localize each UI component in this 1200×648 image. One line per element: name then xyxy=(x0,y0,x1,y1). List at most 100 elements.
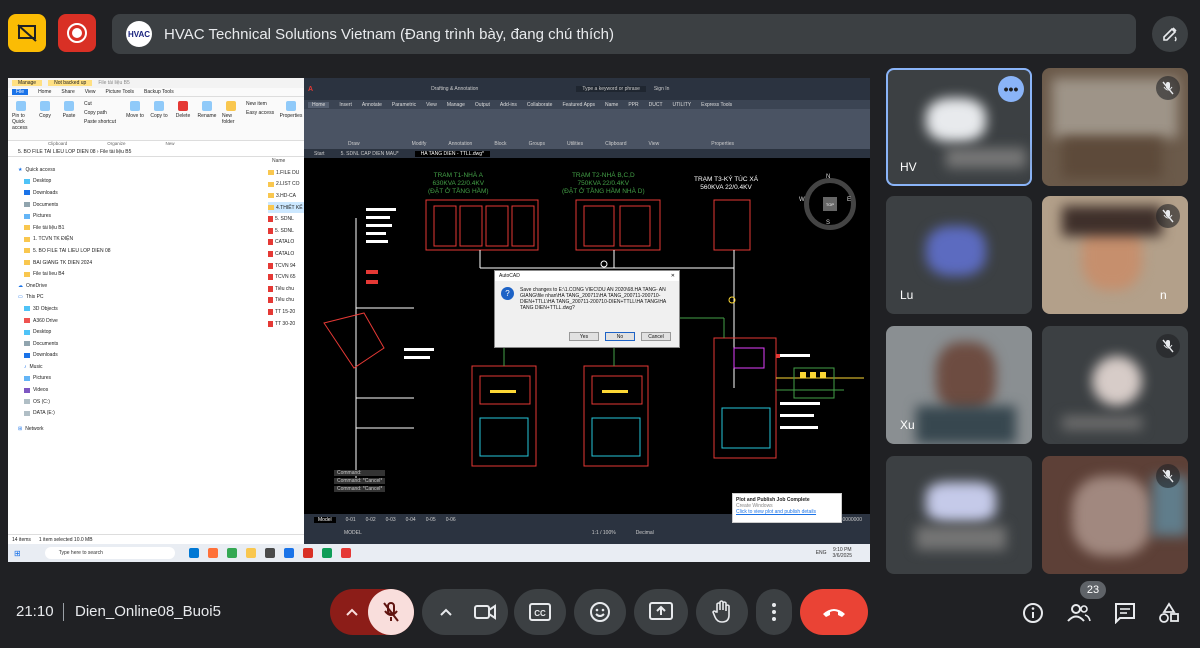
plot-complete-notification[interactable]: Plot and Publish Job Complete Create Win… xyxy=(732,493,842,523)
ribbon-tab-view[interactable]: View xyxy=(85,89,96,95)
nav-desktop[interactable]: Desktop xyxy=(18,176,126,188)
ribbon-tab-name[interactable]: Name xyxy=(605,102,618,108)
participant-tile[interactable]: Lu xyxy=(886,196,1032,314)
autocad-search-input[interactable]: Type a keyword or phrase xyxy=(576,86,646,92)
nav-drive-e[interactable]: DATA (E:) xyxy=(18,407,126,419)
tab-not-backed-up[interactable]: Not backed up xyxy=(48,80,93,86)
no-button[interactable]: No xyxy=(605,332,635,341)
nav-network[interactable]: ⊞ Network xyxy=(18,423,126,435)
participant-tile[interactable] xyxy=(1042,326,1188,444)
easy-access-button[interactable]: Easy access xyxy=(246,110,276,116)
windows-start-icon[interactable]: ⊞ xyxy=(14,549,21,558)
participant-tile[interactable] xyxy=(1042,68,1188,186)
ribbon-tab-file[interactable]: File xyxy=(12,89,29,95)
model-space-toggle[interactable]: MODEL xyxy=(344,530,362,536)
chat-button[interactable] xyxy=(1108,596,1142,630)
doc-tab[interactable]: 5. SDNL CAP DIEN MAU* xyxy=(341,151,399,157)
nav-folder[interactable]: File tài liệu B1 xyxy=(18,222,126,234)
list-item[interactable]: 3.HD-CA xyxy=(268,190,304,202)
nav-pc-desktop[interactable]: Desktop xyxy=(18,326,126,338)
ribbon-tab-home[interactable]: Home xyxy=(308,101,330,108)
layout-tab[interactable]: 0-05 xyxy=(426,517,436,523)
ribbon-tab-share[interactable]: Share xyxy=(61,89,74,95)
delete-button[interactable]: Delete xyxy=(174,101,192,136)
ribbon-tab-output[interactable]: Output xyxy=(475,102,490,108)
more-options-button[interactable] xyxy=(756,589,792,635)
nav-pictures[interactable]: Pictures xyxy=(18,210,126,222)
annotate-pen-icon[interactable] xyxy=(1152,16,1188,52)
ribbon-tab-annotate[interactable]: Annotate xyxy=(362,102,382,108)
paste-shortcut-button[interactable]: Paste shortcut xyxy=(84,119,120,125)
ribbon-tab-ppr[interactable]: PPR xyxy=(628,102,638,108)
new-item-button[interactable]: New item xyxy=(246,101,276,107)
participant-tile[interactable]: ••• HV xyxy=(886,68,1032,186)
list-item[interactable]: 5. SDNL xyxy=(268,225,304,237)
raise-hand-button[interactable] xyxy=(696,589,748,635)
copy-path-button[interactable]: Copy path xyxy=(84,110,120,116)
ribbon-tab-featured[interactable]: Featured Apps xyxy=(562,102,595,108)
ribbon-tab-view[interactable]: View xyxy=(426,102,437,108)
edge-icon[interactable] xyxy=(188,548,199,558)
panel-utilities[interactable]: Utilities xyxy=(567,141,583,147)
list-item[interactable]: TCVN 94 xyxy=(268,260,304,272)
address-bar[interactable]: 5. BO FILE TAI LIEU LOP DIEN 08 › File t… xyxy=(8,147,304,157)
list-item[interactable]: 5. SDNL xyxy=(268,213,304,225)
nav-folder[interactable]: 5. BO FILE TAI LIEU LOP DIEN 08 xyxy=(18,245,126,257)
participant-tile[interactable] xyxy=(886,456,1032,574)
yes-button[interactable]: Yes xyxy=(569,332,599,341)
nav-pc-documents[interactable]: Documents xyxy=(18,338,126,350)
panel-clipboard[interactable]: Clipboard xyxy=(605,141,626,147)
nav-music[interactable]: ♪ Music xyxy=(18,361,126,373)
nav-a360-drive[interactable]: A360 Drive xyxy=(18,315,126,327)
list-item[interactable]: CATALO xyxy=(268,248,304,260)
paste-button[interactable]: Paste xyxy=(60,101,78,136)
nav-this-pc[interactable]: ▭ This PC xyxy=(18,292,126,304)
ribbon-tab-duct[interactable]: DUCT xyxy=(649,102,663,108)
ribbon-tab-home[interactable]: Home xyxy=(38,89,51,95)
participant-tile[interactable]: Xu xyxy=(886,326,1032,444)
video-options-chevron-icon[interactable] xyxy=(428,589,464,635)
cancel-button[interactable]: Cancel xyxy=(641,332,671,341)
layout-tab[interactable]: 0-04 xyxy=(406,517,416,523)
column-header-name[interactable]: Name xyxy=(272,158,285,164)
list-item[interactable]: TT 15-20 xyxy=(268,306,304,318)
app-icon[interactable] xyxy=(321,548,332,558)
list-item[interactable]: 4.THIẾT KẾ xyxy=(268,201,304,214)
nav-3d-objects[interactable]: 3D Objects xyxy=(18,303,126,315)
chrome-icon[interactable] xyxy=(283,548,294,558)
layout-tab[interactable]: 0-06 xyxy=(446,517,456,523)
list-item[interactable]: TT 30-20 xyxy=(268,318,304,330)
nav-drive-c[interactable]: OS (C:) xyxy=(18,396,126,408)
activities-button[interactable] xyxy=(1152,596,1186,630)
list-item[interactable]: TCVN 65 xyxy=(268,271,304,283)
ribbon-tab-manage[interactable]: Manage xyxy=(447,102,465,108)
tab-manage[interactable]: Manage xyxy=(12,80,43,86)
leave-call-button[interactable] xyxy=(800,589,868,635)
list-item[interactable]: 2.LIST CO xyxy=(268,179,304,191)
taskbar-search-input[interactable]: Type here to search xyxy=(44,547,175,559)
participant-tile[interactable] xyxy=(1042,456,1188,574)
viewcube-top[interactable]: TOP xyxy=(823,197,837,211)
file-explorer-icon[interactable] xyxy=(245,548,256,558)
nav-pc-downloads[interactable]: Downloads xyxy=(18,350,126,362)
viewcube[interactable]: TOP N S E W xyxy=(799,174,856,230)
firefox-icon[interactable] xyxy=(207,548,218,558)
rename-button[interactable]: Rename xyxy=(198,101,216,136)
panel-properties[interactable]: Properties xyxy=(711,141,734,147)
move-to-button[interactable]: Move to xyxy=(126,101,144,136)
nav-documents[interactable]: Documents xyxy=(18,199,126,211)
nav-videos[interactable]: Videos xyxy=(18,384,126,396)
properties-button[interactable]: Properties xyxy=(280,101,302,136)
ribbon-tab-express[interactable]: Express Tools xyxy=(701,102,732,108)
layout-tab-model[interactable]: Model xyxy=(314,517,336,523)
ribbon-tab-collaborate[interactable]: Collaborate xyxy=(527,102,553,108)
language-indicator[interactable]: ENG xyxy=(816,550,827,556)
nav-downloads[interactable]: Downloads xyxy=(18,187,126,199)
new-folder-button[interactable]: New folder xyxy=(222,101,240,136)
ribbon-tab-insert[interactable]: Insert xyxy=(339,102,352,108)
panel-block[interactable]: Block xyxy=(494,141,506,147)
meeting-details-button[interactable] xyxy=(1016,596,1050,630)
panel-draw[interactable]: Draw xyxy=(348,141,360,147)
nav-onedrive[interactable]: ☁ OneDrive xyxy=(18,280,126,292)
ribbon-tab-addins[interactable]: Add-ins xyxy=(500,102,517,108)
